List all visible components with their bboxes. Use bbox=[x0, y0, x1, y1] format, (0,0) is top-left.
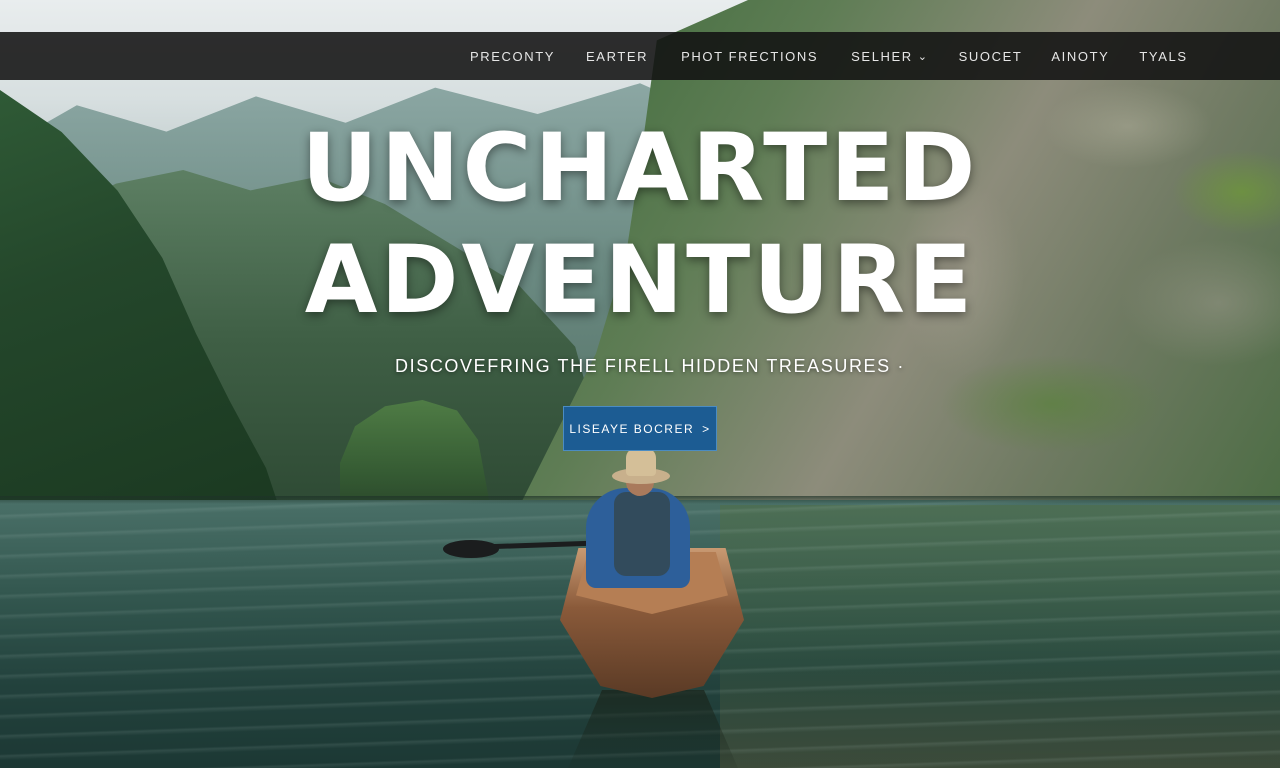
chevron-down-icon: ⌄ bbox=[917, 50, 929, 63]
top-nav-bar: PRECONTY EARTER PHOT FRECTIONS SELHER ⌄ S… bbox=[0, 32, 1280, 80]
nav-item-preconty[interactable]: PRECONTY bbox=[470, 49, 555, 64]
nav-item-phot-frections[interactable]: PHOT FRECTIONS bbox=[681, 49, 818, 64]
cta-button[interactable]: LISEAYE BOCRER > bbox=[563, 406, 717, 451]
hero-title-line-1: UNCHARTED bbox=[301, 114, 979, 223]
hero-title-line-2: ADVENTURE bbox=[304, 226, 976, 335]
hero-title: UNCHARTED ADVENTURE bbox=[0, 122, 1280, 328]
hero-tagline: DISCOVEFRING THE FIRELL HIDDEN TREASURES… bbox=[0, 356, 1280, 377]
backpack bbox=[614, 492, 670, 576]
cta-label: LISEAYE BOCRER bbox=[569, 421, 695, 436]
hat-crown bbox=[626, 448, 656, 476]
nav-item-selher-dropdown[interactable]: SELHER ⌄ bbox=[851, 49, 928, 64]
nav-item-tyals[interactable]: TYALS bbox=[1139, 49, 1187, 64]
nav-item-earter[interactable]: EARTER bbox=[586, 49, 648, 64]
nav-menu: PRECONTY EARTER PHOT FRECTIONS SELHER ⌄ S… bbox=[470, 32, 1188, 80]
paddle-blade bbox=[443, 540, 499, 558]
hero-tagline-text: DISCOVEFRING THE FIRELL HIDDEN TREASURES bbox=[395, 356, 891, 376]
nav-item-ainoty[interactable]: AINOTY bbox=[1051, 49, 1109, 64]
tagline-dot: · bbox=[897, 356, 905, 376]
nav-item-suocet[interactable]: SUOCET bbox=[959, 49, 1023, 64]
chevron-right-icon: > bbox=[702, 421, 711, 436]
